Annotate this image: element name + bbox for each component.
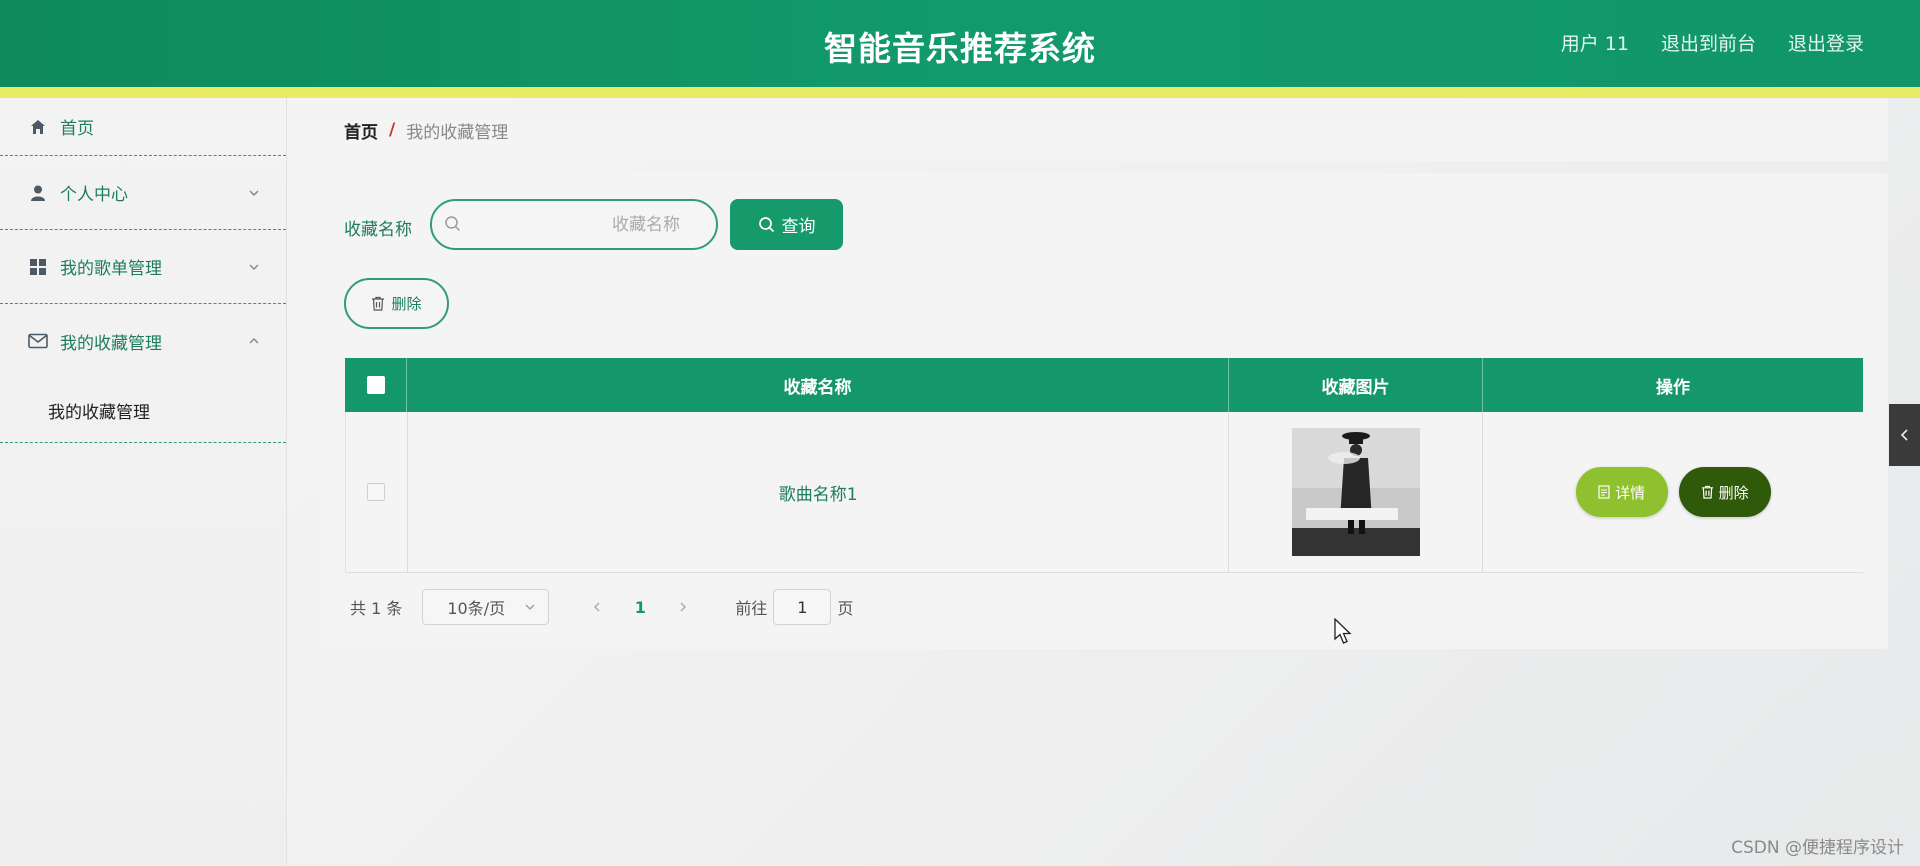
page-size-value: 10条/页 <box>447 599 506 618</box>
chevron-down-icon <box>525 604 535 610</box>
goto-page-input[interactable] <box>773 589 832 625</box>
sidebar-item-home[interactable]: 首页 <box>0 98 286 156</box>
detail-button[interactable]: 详情 <box>1575 467 1668 517</box>
column-header: 操作 <box>1656 377 1690 398</box>
breadcrumb-current: 我的收藏管理 <box>406 122 509 143</box>
sidebar-item-playlists[interactable]: 我的歌单管理 <box>0 230 286 304</box>
bulk-delete-button[interactable]: 删除 <box>344 278 449 329</box>
next-page-button[interactable] <box>663 589 703 625</box>
image-cell <box>1229 412 1484 572</box>
document-icon <box>1598 485 1610 499</box>
trash-icon <box>1701 485 1713 499</box>
chevron-up-icon <box>249 338 259 344</box>
name-cell: 歌曲名称1 <box>408 412 1230 572</box>
page-number[interactable]: 1 <box>617 598 663 617</box>
bulk-delete-label: 删除 <box>391 295 422 313</box>
favorites-panel: 收藏名称 查询 删除 收藏名称 收藏图片 操作 歌曲名称1 <box>319 173 1888 649</box>
row-checkbox-cell <box>346 412 408 572</box>
table-row: 歌曲名称1 详情 删除 <box>345 412 1863 573</box>
query-button[interactable]: 查询 <box>730 199 843 250</box>
sidebar-item-label: 个人中心 <box>60 185 128 205</box>
collapse-tab[interactable] <box>1889 404 1920 466</box>
mouse-cursor-icon <box>1334 618 1352 644</box>
chevron-right-icon <box>680 602 687 612</box>
column-header: 收藏名称 <box>407 358 1229 412</box>
sidebar-item-label: 我的歌单管理 <box>60 259 162 279</box>
search-label: 收藏名称 <box>344 220 412 240</box>
chevron-left-icon <box>594 602 600 612</box>
query-button-label: 查询 <box>781 217 816 237</box>
header-accent-stripe <box>0 87 1920 98</box>
search-icon <box>445 216 461 232</box>
chevron-down-icon <box>249 190 259 196</box>
sidebar-item-label: 首页 <box>60 119 94 139</box>
search-input[interactable] <box>432 201 716 248</box>
top-header: 智能音乐推荐系统 用户 11 退出到前台 退出登录 <box>0 0 1920 87</box>
goto-label: 前往 <box>735 599 768 618</box>
breadcrumb: 首页 / 我的收藏管理 <box>319 99 1888 161</box>
delete-button-label: 删除 <box>1718 483 1749 502</box>
exit-to-front-link[interactable]: 退出到前台 <box>1661 29 1756 56</box>
home-icon <box>28 117 48 137</box>
sidebar: 首页 个人中心 我的歌单管理 我的收藏管理 我的收藏管理 <box>0 98 287 866</box>
pagination-total: 共 1 条 <box>350 599 403 618</box>
user-label[interactable]: 用户 11 <box>1561 29 1629 56</box>
user-icon <box>28 183 48 203</box>
chevron-left-icon <box>1900 429 1908 441</box>
column-header: 收藏图片 <box>1229 358 1483 412</box>
sidebar-item-favorites[interactable]: 我的收藏管理 <box>0 304 286 378</box>
favorite-name: 歌曲名称1 <box>778 484 858 505</box>
delete-button[interactable]: 删除 <box>1678 467 1771 517</box>
actions-cell: 详情 删除 <box>1483 412 1863 572</box>
chevron-down-icon <box>249 264 259 270</box>
favorites-table: 收藏名称 收藏图片 操作 歌曲名称1 详情 删除 <box>345 358 1863 573</box>
row-checkbox[interactable] <box>367 483 386 501</box>
trash-icon <box>372 296 385 311</box>
logout-link[interactable]: 退出登录 <box>1788 29 1864 56</box>
page-size-select[interactable]: 10条/页 <box>422 589 550 625</box>
select-all-checkbox[interactable] <box>366 376 385 394</box>
cover-image[interactable] <box>1291 428 1420 556</box>
pagination: 共 1 条 10条/页 1 前往 页 <box>350 589 853 625</box>
header-actions: 用户 11 退出到前台 退出登录 <box>1561 29 1864 56</box>
table-header: 收藏名称 收藏图片 操作 <box>345 358 1863 412</box>
breadcrumb-home[interactable]: 首页 <box>344 118 378 143</box>
search-icon <box>758 216 774 232</box>
search-field[interactable] <box>430 199 718 250</box>
grid-icon <box>28 257 48 277</box>
breadcrumb-separator: / <box>389 120 396 140</box>
prev-page-button[interactable] <box>577 589 617 625</box>
header-checkbox-cell <box>345 358 407 412</box>
mail-icon <box>28 331 48 351</box>
sidebar-item-label: 我的收藏管理 <box>60 333 162 354</box>
sidebar-item-profile[interactable]: 个人中心 <box>0 156 286 230</box>
detail-button-label: 详情 <box>1615 483 1646 502</box>
watermark: CSDN @便捷程序设计 <box>1731 838 1904 858</box>
page-unit-label: 页 <box>837 599 854 618</box>
submenu-item-favorites[interactable]: 我的收藏管理 <box>0 378 286 443</box>
